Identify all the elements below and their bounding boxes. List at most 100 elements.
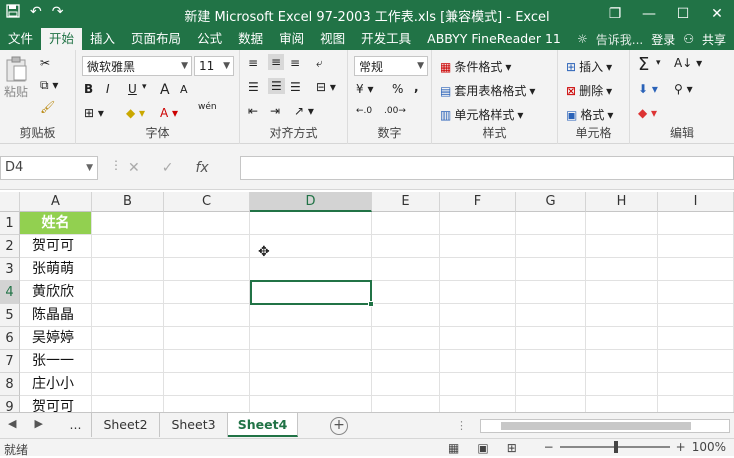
empty-cell[interactable] xyxy=(164,281,250,304)
empty-cell[interactable] xyxy=(372,327,440,350)
empty-cell[interactable] xyxy=(164,373,250,396)
tab-review[interactable]: 审阅 xyxy=(271,28,312,50)
empty-cell[interactable] xyxy=(372,373,440,396)
delete-cells-button[interactable]: ⊠ 删除 ▾ xyxy=(566,82,612,99)
tab-data[interactable]: 数据 xyxy=(230,28,271,50)
column-header[interactable]: H xyxy=(586,192,658,212)
comma-button[interactable]: , xyxy=(414,80,419,94)
empty-cell[interactable] xyxy=(440,304,516,327)
empty-cell[interactable] xyxy=(92,258,164,281)
worksheet-grid[interactable]: A B C D E F G H I 1 姓名 2 贺可可 3 张萌萌 4 黄欣欣 5 陈晶晶 6 吴婷… xyxy=(0,192,734,412)
empty-cell[interactable] xyxy=(586,235,658,258)
empty-cell[interactable] xyxy=(440,281,516,304)
row-header[interactable]: 7 xyxy=(0,350,20,373)
zoom-out-button[interactable]: − xyxy=(544,440,554,454)
align-right-icon[interactable]: ☰ xyxy=(290,80,301,94)
row-header[interactable]: 9 xyxy=(0,396,20,412)
font-color-icon[interactable]: A ▾ xyxy=(160,106,178,120)
column-header[interactable]: B xyxy=(92,192,164,212)
bold-button[interactable]: B xyxy=(84,82,93,96)
empty-cell[interactable] xyxy=(516,396,586,412)
cell-styles-button[interactable]: ▥ 单元格样式 ▾ xyxy=(440,106,523,123)
tab-abbyy[interactable]: ABBYY FineReader 11 xyxy=(419,28,569,50)
empty-cell[interactable] xyxy=(250,350,372,373)
empty-cell[interactable] xyxy=(440,373,516,396)
empty-cell[interactable] xyxy=(658,373,734,396)
empty-cell[interactable] xyxy=(516,350,586,373)
sheet-overflow[interactable]: ... xyxy=(60,413,92,437)
row-header[interactable]: 1 xyxy=(0,212,20,235)
zoom-in-button[interactable]: + xyxy=(676,440,686,454)
empty-cell[interactable] xyxy=(250,258,372,281)
empty-cell[interactable] xyxy=(164,396,250,412)
name-cell[interactable]: 贺可可 xyxy=(20,235,92,258)
tab-insert[interactable]: 插入 xyxy=(82,28,123,50)
empty-cell[interactable] xyxy=(516,258,586,281)
empty-cell[interactable] xyxy=(586,327,658,350)
empty-cell[interactable] xyxy=(658,327,734,350)
decrease-indent-icon[interactable]: ⇤ xyxy=(248,104,258,118)
empty-cell[interactable] xyxy=(516,304,586,327)
empty-cell[interactable] xyxy=(440,212,516,235)
empty-cell[interactable] xyxy=(92,235,164,258)
active-cell-selection[interactable] xyxy=(250,280,374,307)
tell-me-input[interactable]: 告诉我... xyxy=(596,31,643,48)
empty-cell[interactable] xyxy=(516,281,586,304)
number-format-select[interactable]: 常规 ▼ xyxy=(354,56,428,76)
name-cell[interactable]: 张一一 xyxy=(20,350,92,373)
cancel-icon[interactable]: ✕ xyxy=(128,160,140,176)
tab-developer[interactable]: 开发工具 xyxy=(353,28,419,50)
empty-cell[interactable] xyxy=(440,396,516,412)
chevron-down-icon[interactable]: ▾ xyxy=(656,58,661,68)
sheet-tab-active[interactable]: Sheet4 xyxy=(228,413,298,437)
currency-icon[interactable]: ¥ ▾ xyxy=(356,82,373,96)
formula-input[interactable] xyxy=(240,156,734,180)
column-header[interactable]: C xyxy=(164,192,250,212)
share-button[interactable]: 共享 xyxy=(702,31,726,48)
sheet-next-icon[interactable]: ▶ xyxy=(34,417,42,430)
empty-cell[interactable] xyxy=(658,281,734,304)
empty-cell[interactable] xyxy=(250,304,372,327)
zoom-level[interactable]: 100% xyxy=(692,440,726,454)
sort-filter-icon[interactable]: A↓ ▾ xyxy=(674,56,702,70)
underline-button[interactable]: U xyxy=(128,82,137,96)
tab-view[interactable]: 视图 xyxy=(312,28,353,50)
table-format-button[interactable]: ▤ 套用表格格式 ▾ xyxy=(440,82,535,99)
empty-cell[interactable] xyxy=(372,258,440,281)
header-cell[interactable]: 姓名 xyxy=(20,212,92,235)
zoom-slider-knob[interactable] xyxy=(613,441,618,453)
fill-handle[interactable] xyxy=(368,301,374,307)
format-cells-button[interactable]: ▣ 格式 ▾ xyxy=(566,106,613,123)
empty-cell[interactable] xyxy=(586,212,658,235)
column-header[interactable]: I xyxy=(658,192,734,212)
border-icon[interactable]: ⊞ ▾ xyxy=(84,106,104,120)
row-header[interactable]: 8 xyxy=(0,373,20,396)
column-header[interactable]: F xyxy=(440,192,516,212)
empty-cell[interactable] xyxy=(92,304,164,327)
empty-cell[interactable] xyxy=(92,327,164,350)
empty-cell[interactable] xyxy=(440,350,516,373)
empty-cell[interactable] xyxy=(92,350,164,373)
orientation-icon[interactable]: ↗ ▾ xyxy=(294,104,314,118)
empty-cell[interactable] xyxy=(440,258,516,281)
scroll-thumb[interactable] xyxy=(501,422,691,430)
page-break-view-icon[interactable]: ⊞ xyxy=(507,441,517,455)
copy-icon[interactable]: ⧉ ▾ xyxy=(40,78,58,93)
align-center-icon[interactable]: ☰ xyxy=(268,78,285,94)
increase-decimal-icon[interactable]: ←.0 xyxy=(356,106,372,116)
empty-cell[interactable] xyxy=(92,373,164,396)
name-cell[interactable]: 陈晶晶 xyxy=(20,304,92,327)
maximize-button[interactable]: ☐ xyxy=(666,0,700,28)
name-cell[interactable]: 庄小小 xyxy=(20,373,92,396)
empty-cell[interactable] xyxy=(164,327,250,350)
row-header[interactable]: 3 xyxy=(0,258,20,281)
align-left-icon[interactable]: ☰ xyxy=(248,80,259,94)
name-cell[interactable]: 黄欣欣 xyxy=(20,281,92,304)
clear-icon[interactable]: ◆ ▾ xyxy=(638,106,657,120)
font-size-select[interactable]: 11 ▼ xyxy=(194,56,234,76)
empty-cell[interactable] xyxy=(658,396,734,412)
split-handle-icon[interactable]: ⋮ xyxy=(456,419,467,432)
page-layout-view-icon[interactable]: ▣ xyxy=(477,441,488,455)
empty-cell[interactable] xyxy=(372,235,440,258)
align-top-icon[interactable]: ≡ xyxy=(248,56,258,70)
